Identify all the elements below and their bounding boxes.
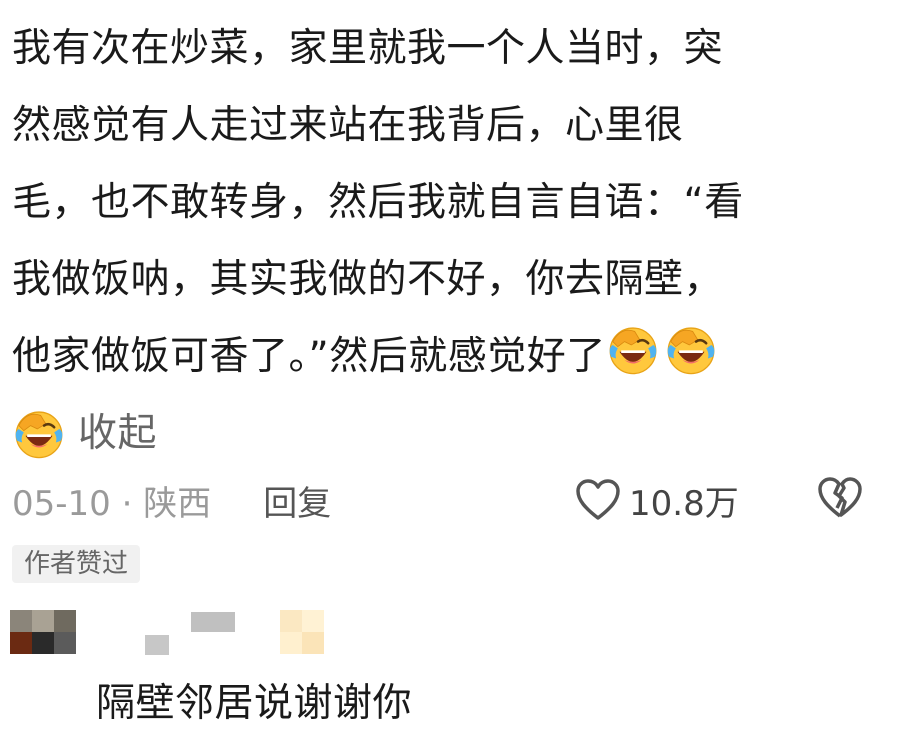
comment-body: 我有次在炒菜，家里就我一个人当时，突 然感觉有人走过来站在我背后，心里很 毛，也… bbox=[12, 10, 872, 472]
broken-heart-icon[interactable] bbox=[817, 476, 863, 520]
heart-outline-icon[interactable] bbox=[575, 478, 621, 522]
reply-text: 隔壁邻居说谢谢你 bbox=[96, 681, 413, 726]
comment-line: 我做饭呐，其实我做的不好，你去隔壁， bbox=[12, 257, 724, 302]
reply-author-avatar-pixelated bbox=[10, 610, 410, 660]
like-count: 10.8万 bbox=[629, 483, 739, 524]
laughing-tears-emoji-icon bbox=[12, 407, 66, 461]
laughing-tears-emoji-icon bbox=[606, 323, 660, 377]
comment-line-text: 他家做饭可香了。”然后就感觉好了 bbox=[12, 334, 606, 379]
author-liked-badge: 作者赞过 bbox=[12, 545, 141, 583]
comment-meta-row: 05-10 · 陕西 回复 10.8万 bbox=[12, 470, 872, 530]
laughing-tears-emoji-icon bbox=[664, 323, 718, 377]
collapse-button[interactable]: 收起 bbox=[78, 395, 157, 472]
comment-line: 毛，也不敢转身，然后我就自言自语：“看 bbox=[12, 180, 744, 225]
like-button[interactable]: 10.8万 bbox=[575, 476, 739, 525]
comment-line-last: 他家做饭可香了。”然后就感觉好了 bbox=[12, 318, 872, 395]
comment-line: 我有次在炒菜，家里就我一个人当时，突 bbox=[12, 26, 724, 71]
reply-button[interactable]: 回复 bbox=[263, 476, 331, 525]
comment-date-location: 05-10 · 陕西 bbox=[12, 483, 212, 524]
collapse-row[interactable]: 收起 bbox=[12, 395, 872, 472]
comment-line: 然感觉有人走过来站在我背后，心里很 bbox=[12, 103, 684, 148]
